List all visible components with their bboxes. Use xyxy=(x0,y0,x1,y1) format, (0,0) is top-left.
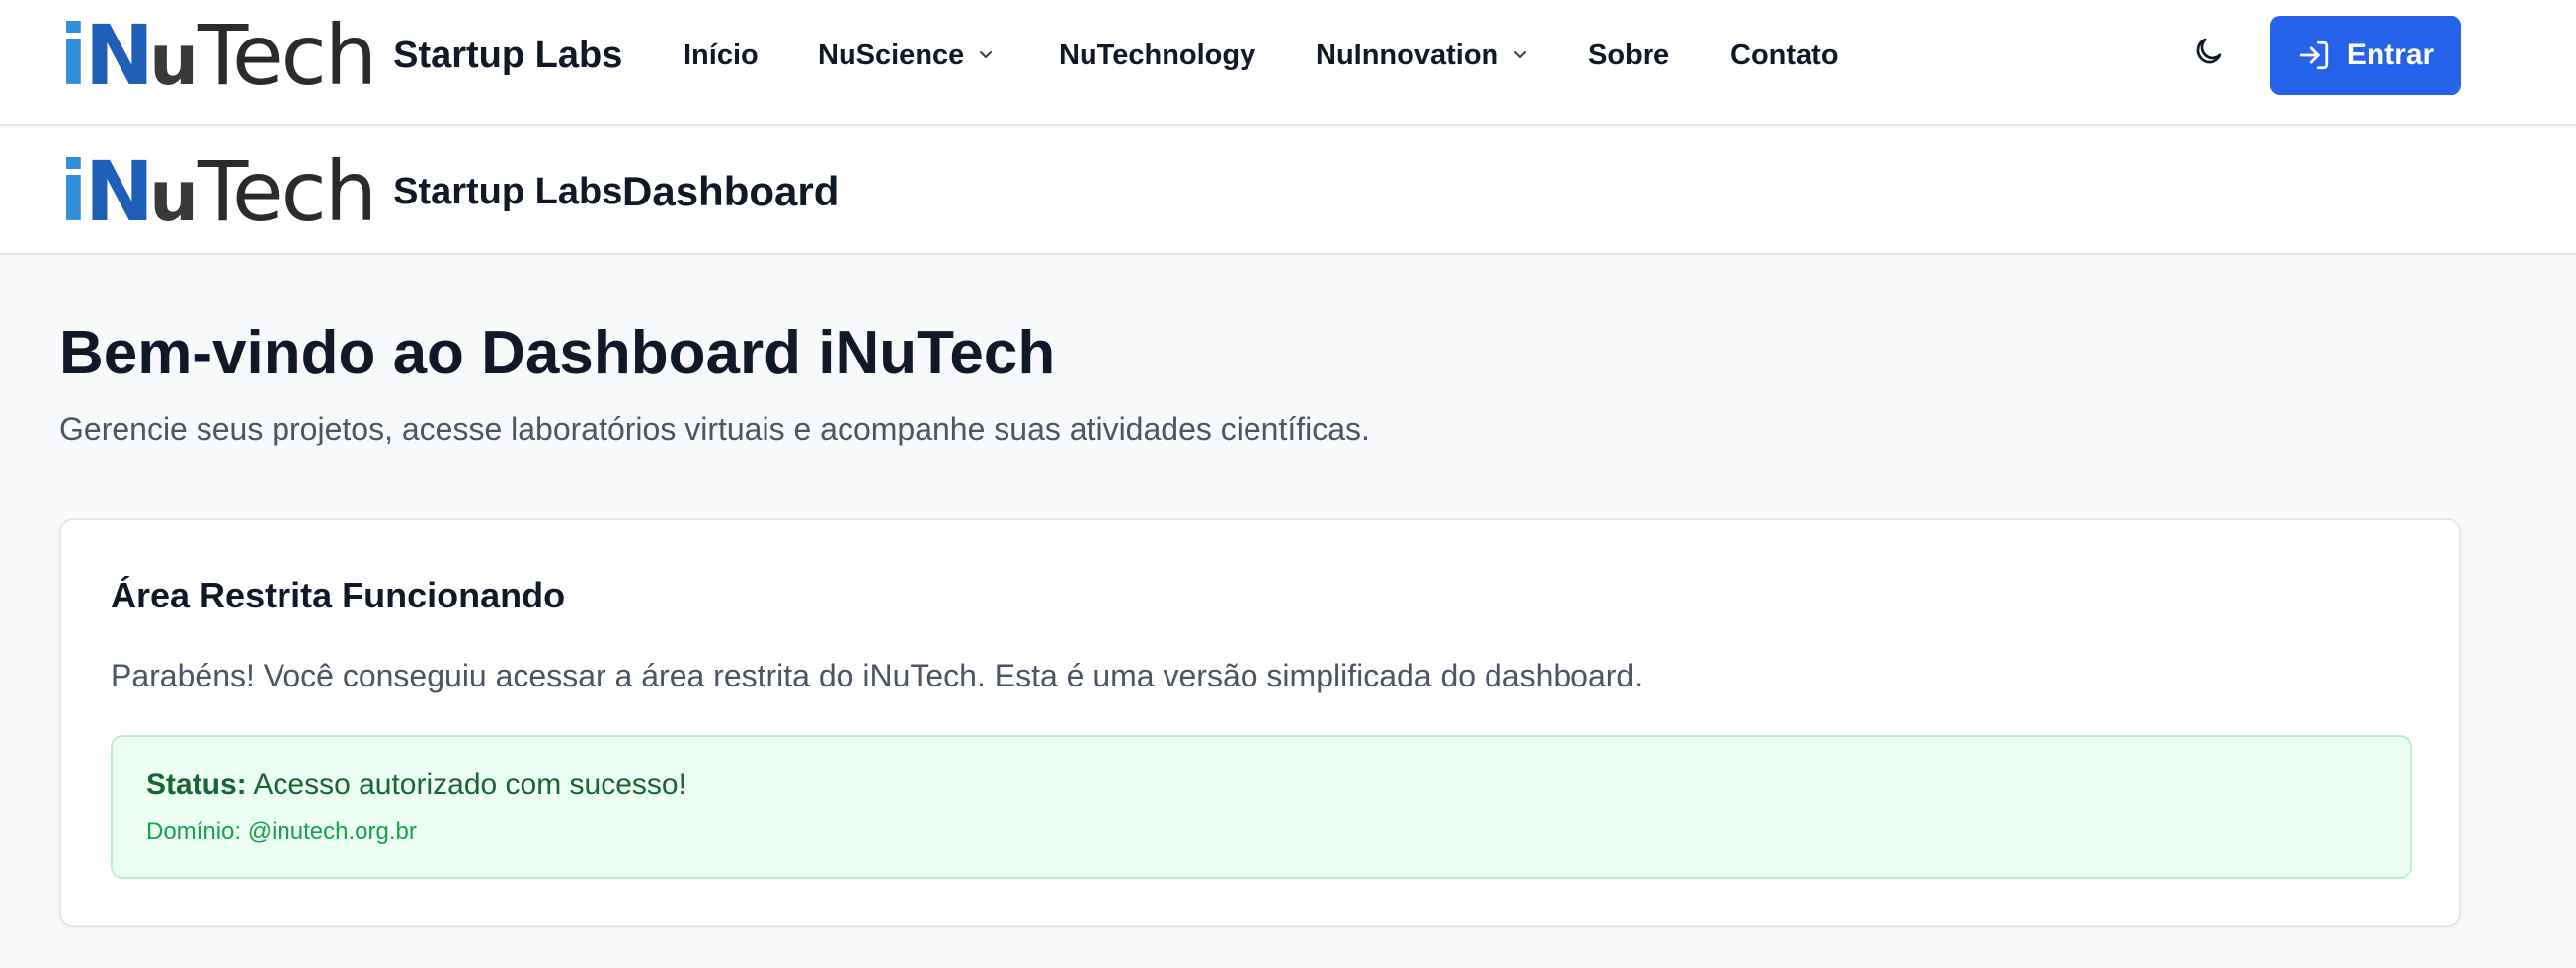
dashboard-logo-link[interactable]: i Nu Tech Startup Labs xyxy=(59,150,622,233)
chevron-down-icon xyxy=(980,50,993,58)
nav-sobre[interactable]: Sobre xyxy=(1588,0,1669,112)
nav-inicio[interactable]: Início xyxy=(684,0,759,112)
nav-nuinnovation[interactable]: NuInnovation xyxy=(1316,0,1530,112)
card-title: Área Restrita Funcionando xyxy=(111,575,566,615)
login-button[interactable]: Entrar xyxy=(2270,16,2461,95)
chevron-down-icon xyxy=(1514,50,1527,58)
brand-label: Startup Labs xyxy=(393,170,623,212)
dashboard-header: i Nu Tech Startup Labs Dashboard xyxy=(0,128,2576,255)
status-line: Status: Acesso autorizado com sucesso! xyxy=(146,768,686,802)
domain-text: Domínio: @inutech.org.br xyxy=(146,818,417,845)
card-text: Parabéns! Você conseguiu acessar a área … xyxy=(111,658,1644,693)
login-label: Entrar xyxy=(2346,39,2435,71)
status-label: Status: xyxy=(146,768,247,801)
logo-letter-i: i xyxy=(59,7,88,104)
brand-label: Startup Labs xyxy=(393,34,623,76)
status-value: Acesso autorizado com sucesso! xyxy=(253,768,686,801)
nav-label: NuTechnology xyxy=(1059,40,1256,71)
logo-letter-u: u xyxy=(149,20,199,101)
logo-letter-n: N xyxy=(84,143,154,240)
status-alert: Status: Acesso autorizado com sucesso! D… xyxy=(111,735,2412,879)
welcome-subtitle: Gerencie seus projetos, acesse laboratór… xyxy=(59,411,1370,446)
page-title: Dashboard xyxy=(622,168,840,214)
nav-label: Contato xyxy=(1731,40,1839,71)
inutech-logo: i Nu Tech xyxy=(59,143,377,240)
logo-word-tech: Tech xyxy=(197,7,377,104)
top-navbar: i Nu Tech Startup Labs Início NuScience Nu… xyxy=(0,0,2576,126)
theme-toggle-button[interactable] xyxy=(2191,34,2234,77)
nav-contato[interactable]: Contato xyxy=(1731,0,1839,112)
logo-letter-i: i xyxy=(59,143,88,240)
nav-label: Sobre xyxy=(1588,40,1670,71)
nav-label: NuScience xyxy=(818,40,965,71)
welcome-title: Bem-vindo ao Dashboard iNuTech xyxy=(59,319,1056,387)
nav-nutechnology[interactable]: NuTechnology xyxy=(1059,0,1255,112)
restricted-area-card: Área Restrita Funcionando Parabéns! Você… xyxy=(59,518,2461,927)
logo-letter-n: N xyxy=(84,7,154,104)
logo-letter-u: u xyxy=(149,156,199,237)
log-in-icon xyxy=(2299,40,2328,70)
moon-icon xyxy=(2196,38,2222,64)
nav-nuscience[interactable]: NuScience xyxy=(818,0,996,112)
nav-label: NuInnovation xyxy=(1316,40,1499,71)
inutech-logo: i Nu Tech xyxy=(59,7,377,104)
logo-link[interactable]: i Nu Tech Startup Labs xyxy=(59,14,622,97)
nav-label: Início xyxy=(684,40,759,71)
logo-word-tech: Tech xyxy=(197,143,377,240)
